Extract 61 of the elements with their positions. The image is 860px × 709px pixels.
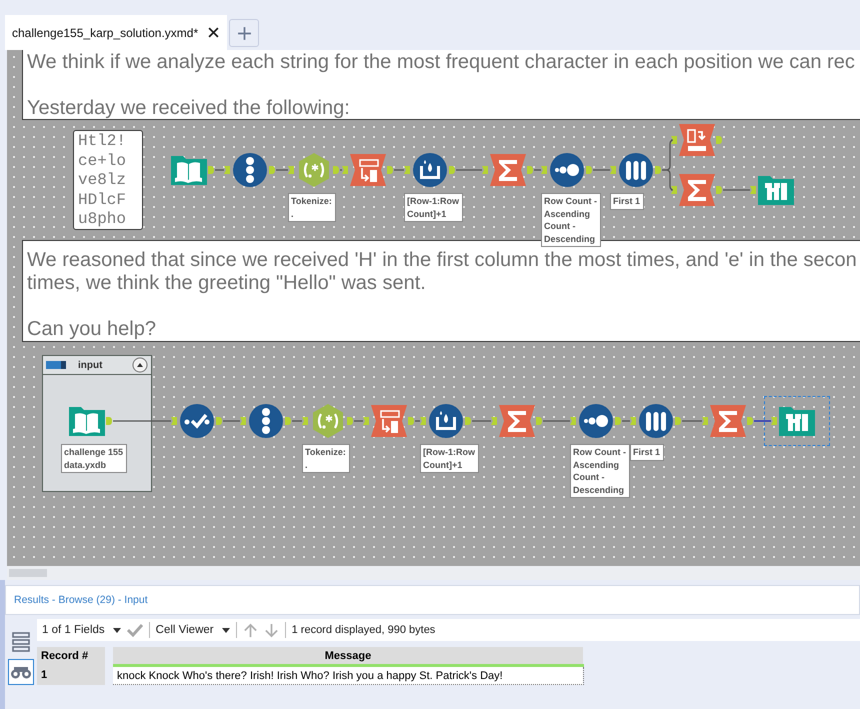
connector-line — [593, 169, 610, 171]
table-arrow-icon[interactable] — [342, 152, 394, 188]
tool-annotation: challenge 155 data.yxdb — [61, 444, 128, 473]
tool-annotation: First 1 — [630, 444, 664, 460]
container-title: input — [78, 360, 104, 370]
arrow-down-icon[interactable] — [264, 622, 279, 638]
connector-line — [276, 169, 288, 171]
tool-annotation: Tokenize: . — [302, 444, 350, 473]
connector-line — [472, 420, 491, 422]
caret-icon — [112, 628, 121, 632]
check-icon[interactable] — [126, 623, 143, 637]
regex-hexagon-icon[interactable] — [288, 152, 340, 188]
dots-circle-icon[interactable] — [541, 152, 593, 188]
new-tab-button[interactable] — [229, 19, 260, 47]
transpose-icon[interactable] — [671, 122, 723, 158]
connector-line — [394, 169, 404, 171]
connector-line — [754, 420, 771, 422]
viewer-dropdown[interactable]: Cell Viewer — [156, 624, 230, 636]
sigma-icon[interactable] — [491, 403, 543, 439]
tool-annotation: Tokenize: . — [288, 193, 336, 222]
caret-icon — [222, 628, 230, 632]
tab-label: challenge155_karp_solution.yxmd* — [12, 26, 198, 40]
binoculars-icon[interactable] — [764, 396, 830, 446]
list-icon — [12, 632, 30, 652]
results-title[interactable]: Results - Browse (29) - Input — [14, 594, 148, 606]
document-tab[interactable]: challenge155_karp_solution.yxmd* — [5, 15, 228, 50]
connector-line — [223, 420, 240, 422]
numbered-circle-icon[interactable] — [224, 152, 276, 188]
connector-line — [543, 420, 570, 422]
sample-text: Htl2! ce+lo ve8lz HDlcF u8pho — [73, 130, 143, 230]
comment-text: We think if we analyze each string for the most frequent character in each position we can rec Yesterday we received the following: — [22, 50, 860, 120]
numbered-circle-icon[interactable] — [240, 403, 292, 439]
test-tubes-icon[interactable] — [610, 152, 662, 188]
plus-icon — [236, 26, 252, 40]
fields-dropdown[interactable]: 1 of 1 Fields — [42, 624, 121, 636]
toggle-icon[interactable] — [46, 360, 66, 370]
connector-line — [292, 420, 302, 422]
tool-annotation: [Row-1:Row Count]+1 — [420, 444, 479, 473]
tool-annotation: [Row-1:Row Count]+1 — [404, 193, 463, 222]
droplet-circle-icon[interactable] — [404, 152, 456, 188]
binoculars-view-button[interactable] — [8, 659, 34, 685]
binoculars-icon — [10, 665, 32, 679]
close-icon[interactable] — [208, 27, 220, 38]
connector-line — [723, 189, 750, 191]
table-arrow-icon[interactable] — [363, 403, 415, 439]
arrow-up-icon[interactable] — [242, 622, 258, 638]
sigma-icon[interactable] — [702, 403, 754, 439]
regex-hexagon-icon[interactable] — [302, 403, 354, 439]
connector-line — [456, 169, 482, 171]
dots-circle-icon[interactable] — [570, 403, 622, 439]
tool-annotation: First 1 — [610, 193, 644, 210]
connector-line — [682, 420, 702, 422]
test-tubes-icon[interactable] — [630, 403, 682, 439]
check-circle-icon[interactable] — [171, 403, 223, 439]
tool-annotation: Row Count - Ascending Count - Descending — [570, 444, 630, 498]
record-status: 1 record displayed, 990 bytes — [292, 624, 436, 636]
droplet-circle-icon[interactable] — [420, 403, 472, 439]
collapse-icon[interactable] — [132, 357, 148, 373]
sigma-icon[interactable] — [482, 152, 534, 188]
sigma-icon[interactable] — [671, 172, 723, 208]
horizontal-scrollbar[interactable] — [7, 566, 860, 580]
